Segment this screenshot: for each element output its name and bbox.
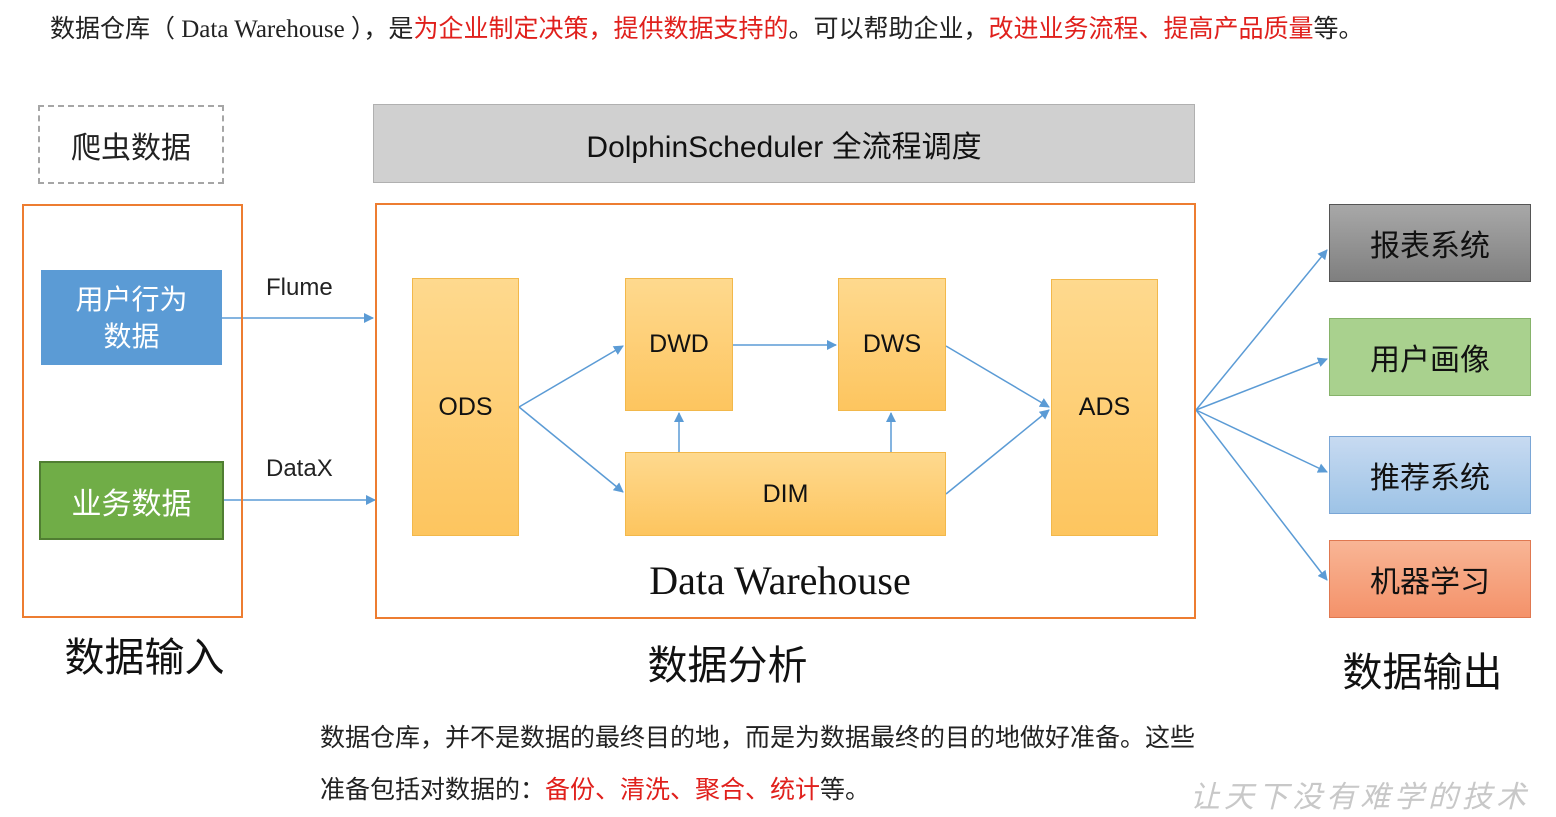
user-behavior-data-box: 用户行为 数据: [41, 270, 222, 365]
arrow-out-ml: [1195, 409, 1328, 581]
outro-highlight: 备份、清洗、聚合、统计: [545, 777, 821, 804]
dolphinscheduler-bar: DolphinScheduler 全流程调度: [373, 104, 1195, 183]
arrow-out-profile: [1195, 357, 1328, 411]
dws-layer: DWS: [838, 278, 946, 411]
user-profile-box: 用户画像: [1329, 318, 1531, 396]
datax-label: DataX: [266, 455, 333, 482]
data-warehouse-caption: Data Warehouse: [649, 558, 911, 603]
outro-end: 等。: [820, 777, 871, 804]
report-system-box: 报表系统: [1329, 204, 1531, 282]
watermark-text: 让天下没有难学的技术: [1190, 781, 1530, 814]
machine-learning-box: 机器学习: [1329, 540, 1531, 618]
user-behavior-line-2: 数据: [103, 320, 160, 352]
ads-layer: ADS: [1051, 279, 1158, 536]
business-data-box: 业务数据: [39, 461, 224, 540]
arrow-out-report: [1195, 249, 1328, 411]
recommendation-system-box: 推荐系统: [1329, 436, 1531, 514]
outro-paragraph: 数据仓库，并不是数据的最终目的地，而是为数据最终的目的地做好准备。这些 准备包括…: [320, 713, 1300, 817]
outro-line-2: 准备包括对数据的：备份、清洗、聚合、统计等。: [320, 765, 1300, 817]
dwd-layer: DWD: [625, 278, 733, 411]
crawler-data-box: 爬虫数据: [38, 105, 224, 184]
arrow-out-recommend: [1195, 409, 1328, 473]
user-behavior-line-1: 用户行为: [75, 283, 188, 315]
outro-line-1: 数据仓库，并不是数据的最终目的地，而是为数据最终的目的地做好准备。这些: [320, 725, 1196, 752]
outro-text: 准备包括对数据的：: [320, 777, 546, 804]
flume-label: Flume: [266, 274, 333, 301]
data-input-title: 数据输入: [64, 636, 225, 680]
data-output-title: 数据输出: [1342, 651, 1503, 695]
data-analysis-title: 数据分析: [647, 644, 808, 688]
dim-layer: DIM: [625, 452, 946, 536]
ods-layer: ODS: [412, 278, 519, 536]
data-input-frame: [22, 204, 243, 618]
